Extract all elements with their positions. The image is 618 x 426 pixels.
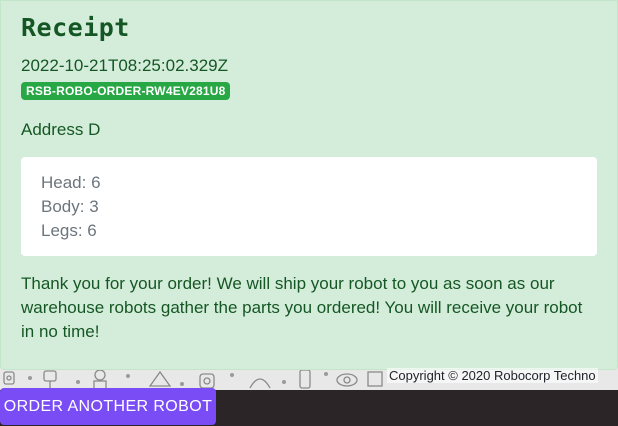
receipt-title: Receipt [21, 13, 130, 42]
part-body: Body: 3 [41, 197, 99, 216]
order-timestamp: 2022-10-21T08:25:02.329Z [21, 56, 228, 75]
copyright-text: Copyright © 2020 Robocorp Techno [387, 368, 598, 383]
order-address: Address D [21, 120, 101, 139]
parts-list: Head: 6 Body: 3 Legs: 6 [21, 157, 597, 256]
receipt-panel: Receipt 2022-10-21T08:25:02.329Z RSB-ROB… [0, 0, 618, 370]
part-head: Head: 6 [41, 173, 101, 192]
part-legs: Legs: 6 [41, 221, 97, 240]
page: Receipt 2022-10-21T08:25:02.329Z RSB-ROB… [0, 0, 618, 426]
thank-you-message: Thank you for your order! We will ship y… [21, 274, 583, 341]
order-id-badge: RSB-ROBO-ORDER-RW4EV281U8 [21, 82, 231, 100]
order-another-robot-button[interactable]: ORDER ANOTHER ROBOT [0, 388, 216, 425]
